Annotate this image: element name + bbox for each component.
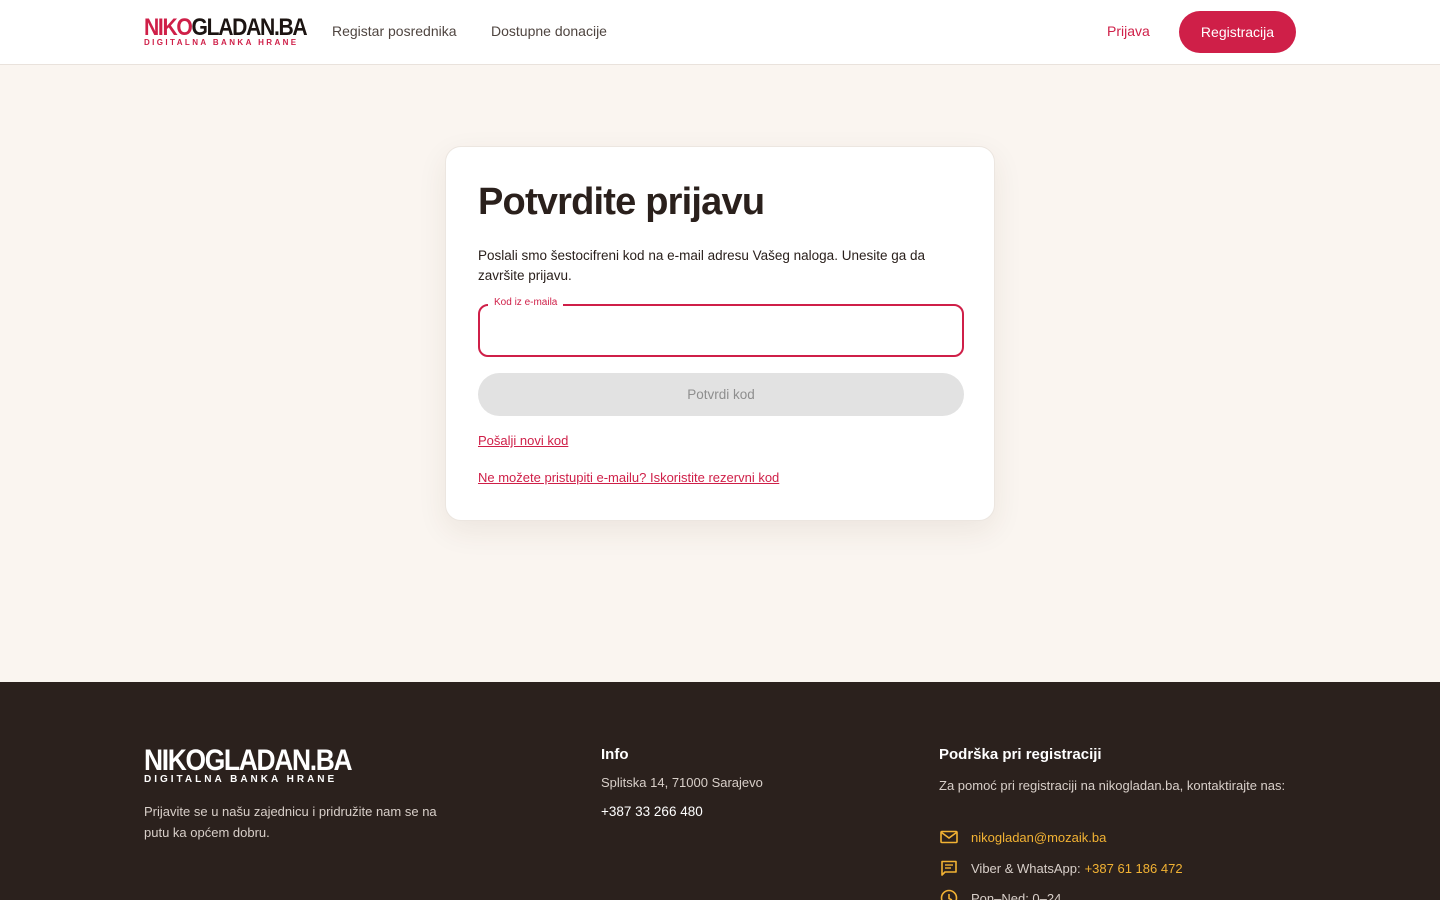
code-field: Kod iz e-maila [478,297,964,357]
footer-viber-row: Viber & WhatsApp: +387 61 186 472 [939,858,1183,878]
footer-info-heading: Info [601,746,629,763]
site-logo[interactable]: NIKOGLADAN.BA DIGITALNA BANKA HRANE [144,14,308,48]
footer-viber-label: Viber & WhatsApp: [971,860,1081,876]
code-field-label: Kod iz e-maila [488,297,564,308]
code-input[interactable] [492,318,952,344]
footer-hours: Pon–Ned: 0–24 [971,890,1062,900]
footer-viber-number[interactable]: +387 61 186 472 [1085,861,1183,876]
footer-logo-wordmark: NIKOGLADAN.BA [144,744,353,777]
clock-icon [940,889,958,900]
footer-logo-tagline: DIGITALNA BANKA HRANE [144,774,338,785]
backup-code-link[interactable]: Ne možete pristupiti e-mailu? Iskoristit… [478,470,779,485]
footer-support-text: Za pomoć pri registraciji na nikogladan.… [939,778,1286,793]
mail-icon [940,830,958,844]
logo-wordmark: NIKOGLADAN.BA [144,14,308,41]
resend-code-link[interactable]: Pošalji novi kod [478,433,568,448]
footer-phone[interactable]: +387 33 266 480 [601,804,703,819]
nav-link-registar-posrednika[interactable]: Registar posrednika [332,23,457,39]
confirm-code-button[interactable]: Potvrdi kod [478,373,964,416]
footer-address: Splitska 14, 71000 Sarajevo [601,775,763,790]
site-header: NIKOGLADAN.BA DIGITALNA BANKA HRANE Regi… [0,0,1440,65]
footer-hours-row: Pon–Ned: 0–24 [939,888,1061,900]
login-link[interactable]: Prijava [1107,23,1150,39]
page-title: Potvrdite prijavu [478,181,765,223]
card-description: Poslali smo šestocifreni kod na e-mail a… [478,248,925,283]
chat-icon [941,860,957,876]
nav-link-dostupne-donacije[interactable]: Dostupne donacije [491,23,607,39]
footer-email-link[interactable]: nikogladan@mozaik.ba [971,830,1106,845]
footer-tagline: Prijavite se u našu zajednicu i pridruži… [144,804,437,840]
footer-support-heading: Podrška pri registraciji [939,746,1102,763]
site-footer: NIKOGLADAN.BA DIGITALNA BANKA HRANE Prij… [0,682,1440,900]
register-button[interactable]: Registracija [1179,11,1296,53]
footer-email-row: nikogladan@mozaik.ba [939,827,1106,847]
footer-logo[interactable]: NIKOGLADAN.BA DIGITALNA BANKA HRANE [144,744,353,788]
logo-tagline: DIGITALNA BANKA HRANE [144,38,299,47]
login-confirm-card: Potvrdite prijavu Poslali smo šestocifre… [445,146,995,521]
